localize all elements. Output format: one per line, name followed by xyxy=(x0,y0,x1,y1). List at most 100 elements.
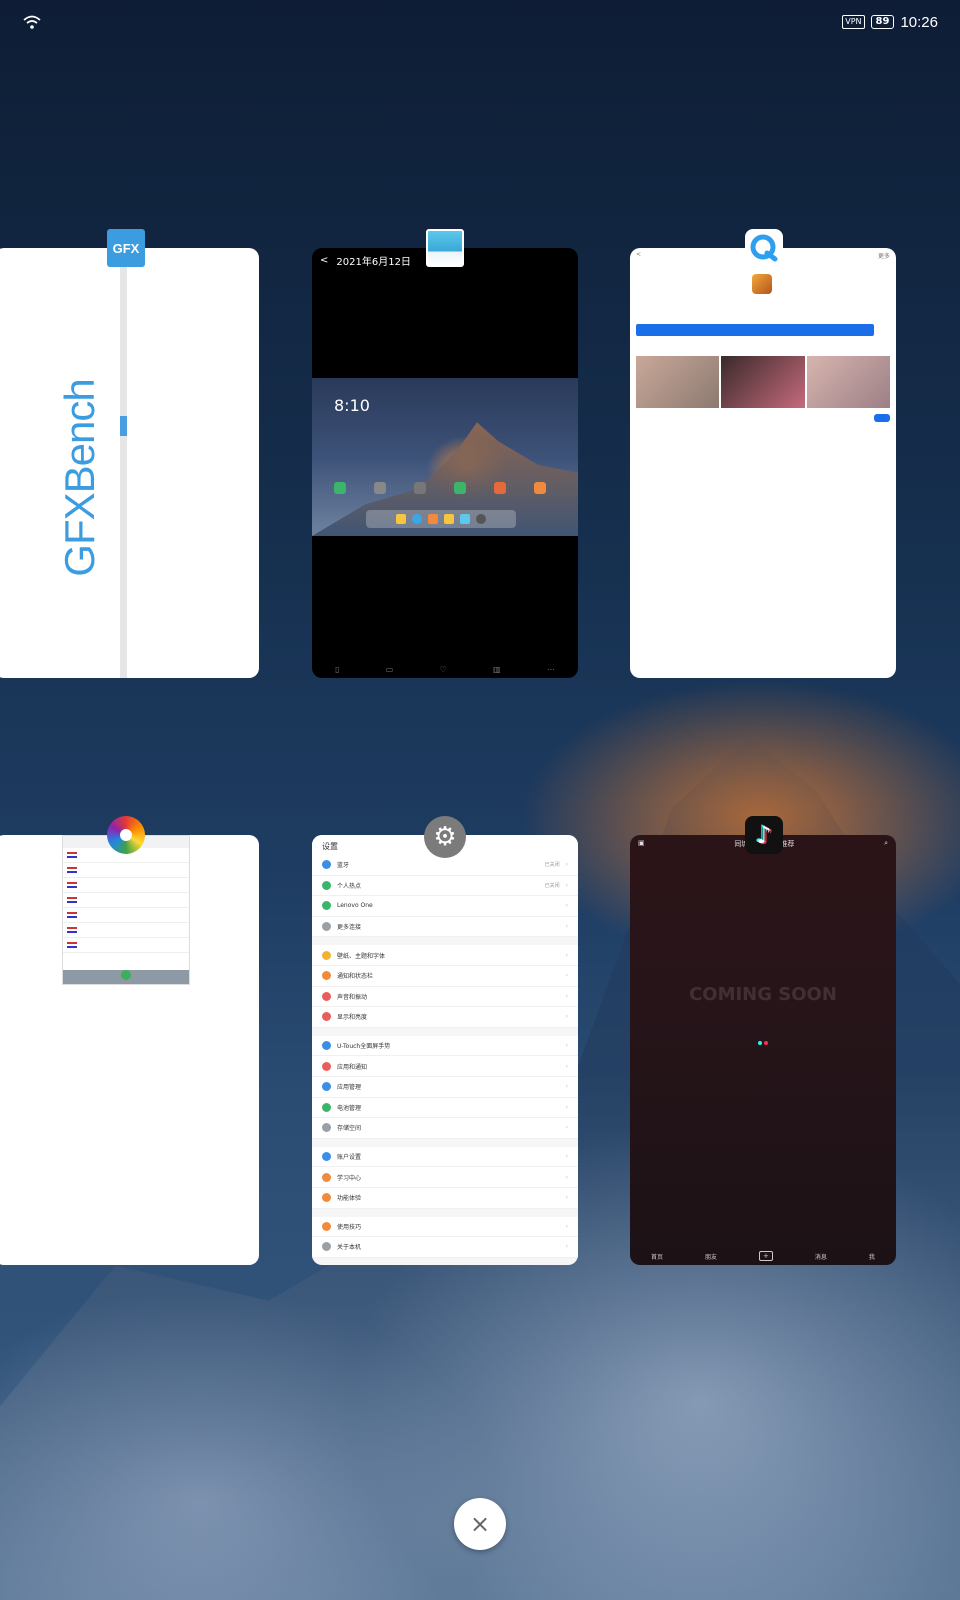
settings-item[interactable]: 通知和状态栏 › xyxy=(312,966,578,987)
settings-item-icon xyxy=(322,1193,331,1203)
chevron-right-icon: › xyxy=(565,1042,568,1050)
chevron-right-icon: › xyxy=(565,1062,568,1070)
chevron-right-icon: › xyxy=(565,1222,568,1230)
settings-item[interactable]: 声音和振动 › xyxy=(312,987,578,1008)
settings-item[interactable]: 蓝牙 已关闭 › xyxy=(312,855,578,876)
settings-item[interactable]: 存储空间 › xyxy=(312,1118,578,1139)
favorite-icon[interactable]: ♡ xyxy=(440,665,447,674)
search-icon[interactable]: ⌕ xyxy=(884,839,888,849)
settings-item[interactable]: 学习中心 › xyxy=(312,1167,578,1188)
loading-watermark: COMING SOON xyxy=(689,984,837,1005)
settings-item-icon xyxy=(322,1242,331,1252)
settings-item[interactable]: 应用管理 › xyxy=(312,1077,578,1098)
download-app-icon xyxy=(752,274,772,294)
list-item[interactable] xyxy=(63,923,189,938)
chevron-right-icon: › xyxy=(565,861,568,869)
dock-app-1 xyxy=(396,514,406,524)
share-icon[interactable]: ▯ xyxy=(335,665,339,674)
settings-app-icon[interactable]: ⚙ xyxy=(424,816,466,858)
settings-item-label: 壁纸、主题和字体 xyxy=(337,952,386,960)
gallery-app-icon[interactable] xyxy=(426,229,464,267)
nav-home[interactable]: 首页 xyxy=(651,1252,663,1261)
chevron-right-icon: › xyxy=(565,923,568,931)
settings-item[interactable]: Lenovo One › xyxy=(312,896,578,917)
chevron-right-icon: › xyxy=(565,1153,568,1161)
nav-me[interactable]: 我 xyxy=(869,1252,875,1261)
settings-item[interactable]: 功能体验 › xyxy=(312,1188,578,1209)
pinwheel-app-icon[interactable] xyxy=(107,816,145,854)
settings-item-label: 电池管理 xyxy=(337,1104,362,1112)
settings-item-label: 应用管理 xyxy=(337,1084,362,1092)
recent-app-card-browser[interactable]: < 更多 xyxy=(630,248,896,678)
chevron-right-icon: › xyxy=(565,972,568,980)
photo-app-orange2 xyxy=(534,482,546,494)
list-item[interactable] xyxy=(63,878,189,893)
back-icon[interactable]: < xyxy=(636,251,641,259)
gallery-footer: ▯ ▭ ♡ ▥ ⋯ xyxy=(312,665,578,674)
settings-item[interactable]: 个人热点 已关闭 › xyxy=(312,876,578,897)
more-icon[interactable]: ⋯ xyxy=(547,665,555,674)
list-item[interactable] xyxy=(63,938,189,953)
vpn-server-list xyxy=(62,835,190,985)
browser-corner-link[interactable]: 更多 xyxy=(878,251,890,260)
nav-messages[interactable]: 消息 xyxy=(815,1252,827,1261)
settings-item[interactable]: 使用技巧 › xyxy=(312,1217,578,1238)
dock-app-3 xyxy=(428,514,438,524)
settings-item[interactable]: 更多连接 › xyxy=(312,917,578,938)
close-icon: × xyxy=(469,1510,491,1538)
delete-icon[interactable]: ▥ xyxy=(493,665,501,674)
settings-item-label: 关于本机 xyxy=(337,1244,362,1252)
settings-item-icon xyxy=(322,1172,331,1182)
settings-item-label: 声音和振动 xyxy=(337,993,368,1001)
settings-item[interactable]: 账户设置 › xyxy=(312,1147,578,1168)
settings-item[interactable]: 关于本机 › xyxy=(312,1237,578,1258)
download-progress-bar[interactable] xyxy=(636,324,874,336)
flag-icon xyxy=(67,942,77,948)
thumbnail-3 xyxy=(806,356,890,408)
list-item[interactable] xyxy=(63,908,189,923)
chevron-right-icon: › xyxy=(565,1083,568,1091)
settings-item-label: Lenovo One xyxy=(337,902,373,910)
dock-app-5 xyxy=(460,514,470,524)
clear-all-button[interactable]: × xyxy=(454,1498,506,1550)
settings-item-label: 学习中心 xyxy=(337,1174,362,1182)
photo-app-orange xyxy=(494,482,506,494)
chevron-right-icon: › xyxy=(565,1124,568,1132)
connect-button[interactable] xyxy=(121,970,131,980)
recent-app-card-gfxbench[interactable]: GFXBench xyxy=(0,248,259,678)
nav-create-button[interactable]: + xyxy=(759,1251,773,1261)
settings-item[interactable]: 显示和亮度 › xyxy=(312,1007,578,1028)
settings-item-label: 通知和状态栏 xyxy=(337,973,374,981)
browser-app-icon[interactable] xyxy=(745,229,783,267)
settings-item-icon xyxy=(322,1152,331,1162)
loading-dot-red xyxy=(764,1041,768,1045)
list-item[interactable] xyxy=(63,893,189,908)
recent-app-card-gallery[interactable]: < 2021年6月12日 8:10 ▯ ▭ ♡ ▥ ⋯ xyxy=(312,248,578,678)
chevron-right-icon: › xyxy=(565,1013,568,1021)
back-icon[interactable]: < xyxy=(320,255,328,266)
nav-friends[interactable]: 朋友 xyxy=(705,1252,717,1261)
browser-action-button[interactable] xyxy=(874,414,890,422)
gfxbench-app-icon[interactable]: GFX xyxy=(107,229,145,267)
settings-item-icon xyxy=(322,971,331,981)
chevron-right-icon: › xyxy=(565,951,568,959)
chevron-right-icon: › xyxy=(565,1243,568,1251)
recent-app-card-tiktok[interactable]: ▣ 同城 推荐 ⌕ COMING SOON 首页 朋友 + 消息 我 xyxy=(630,835,896,1265)
settings-item-label: 使用技巧 xyxy=(337,1223,362,1231)
battery-indicator: 89 xyxy=(870,15,895,29)
tiktok-app-icon[interactable]: ♪ xyxy=(745,816,783,854)
settings-item-icon xyxy=(322,860,331,870)
recent-app-card-settings[interactable]: 设置 蓝牙 已关闭 › 个人热点 已关闭 › Lenovo One › 更多连接 › 壁纸、主题和字… xyxy=(312,835,578,1265)
settings-item[interactable]: 壁纸、主题和字体 › xyxy=(312,945,578,966)
list-item[interactable] xyxy=(63,863,189,878)
settings-item[interactable]: 电池管理 › xyxy=(312,1098,578,1119)
recent-app-card-vpn[interactable] xyxy=(0,835,259,1265)
settings-item-icon xyxy=(322,950,331,960)
settings-item[interactable]: U-Touch全面屏手势 › xyxy=(312,1036,578,1057)
live-icon[interactable]: ▣ xyxy=(638,839,645,849)
settings-group: 使用技巧 › 关于本机 › xyxy=(312,1216,578,1258)
settings-item-icon xyxy=(322,991,331,1001)
settings-item[interactable]: 应用和通知 › xyxy=(312,1056,578,1077)
gallery-photo: 8:10 xyxy=(312,378,578,536)
edit-icon[interactable]: ▭ xyxy=(386,665,394,674)
